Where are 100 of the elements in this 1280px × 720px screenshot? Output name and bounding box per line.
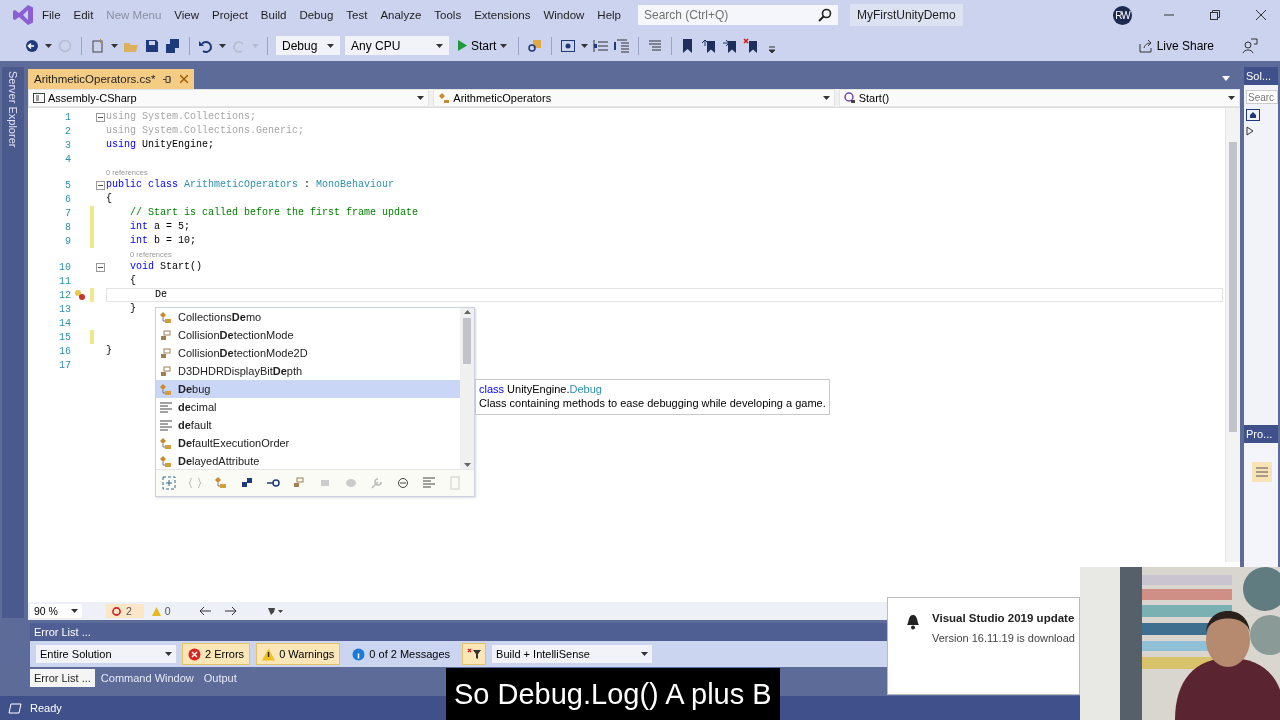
- structure-filter-icon[interactable]: [240, 476, 254, 490]
- class-icon: [159, 382, 173, 396]
- caret-icon: [252, 43, 259, 48]
- menu-item[interactable]: File: [42, 6, 61, 24]
- scroll-thumb[interactable]: [463, 318, 471, 364]
- forward-arrow-icon[interactable]: [224, 606, 237, 616]
- search-icon[interactable]: [818, 8, 832, 22]
- menu-item[interactable]: Analyze: [380, 6, 422, 24]
- menu-item[interactable]: View: [174, 6, 200, 24]
- menu-item[interactable]: Tools: [434, 6, 462, 24]
- start-button[interactable]: Start: [454, 36, 511, 55]
- completion-item[interactable]: CollisionDetectionMode2D: [156, 344, 460, 362]
- completion-item[interactable]: Debug: [156, 380, 460, 398]
- caret-icon: [641, 652, 649, 656]
- zoom-dropdown[interactable]: 90 %: [30, 604, 82, 618]
- menu-item[interactable]: Edit: [73, 6, 94, 24]
- warning-count[interactable]: 0: [151, 605, 171, 617]
- keyword-filter-icon[interactable]: [422, 476, 436, 490]
- menu-item[interactable]: Debug: [299, 6, 334, 24]
- enum-filter-icon[interactable]: [292, 476, 306, 490]
- caret-icon: [45, 43, 52, 48]
- scrollbar[interactable]: [1225, 108, 1240, 562]
- notification-title: Visual Studio 2019 update: [932, 612, 1075, 624]
- class-filter-icon[interactable]: [214, 476, 228, 490]
- enum-icon: [159, 328, 173, 342]
- menu-item[interactable]: Extensions: [474, 6, 531, 24]
- avatar[interactable]: RW: [1113, 5, 1132, 25]
- menu-item[interactable]: Build: [260, 6, 287, 24]
- scope-dropdown[interactable]: Entire Solution: [36, 645, 176, 663]
- completion-item[interactable]: D3DHDRDisplayBitDepth: [156, 362, 460, 380]
- browser-icon[interactable]: [560, 37, 577, 54]
- close-icon[interactable]: [1256, 10, 1266, 20]
- completion-item[interactable]: CollisionDetectionMode: [156, 326, 460, 344]
- collapse-icon[interactable]: [96, 262, 105, 272]
- search-field[interactable]: Searc: [1246, 90, 1278, 104]
- platform-dropdown[interactable]: Any CPU: [345, 36, 449, 55]
- source-dropdown[interactable]: Build + IntelliSense: [492, 645, 653, 663]
- tab-list-icon[interactable]: [1222, 76, 1230, 81]
- collapse-icon[interactable]: [96, 180, 105, 190]
- scroll-down-icon[interactable]: [463, 463, 471, 467]
- comment-icon[interactable]: [647, 37, 664, 54]
- error-count[interactable]: 2: [106, 604, 144, 618]
- code-line: }: [129, 302, 136, 316]
- line-number: 10: [58, 261, 72, 273]
- navigation-dropdown[interactable]: Start(): [838, 89, 1240, 107]
- next-bookmark-icon[interactable]: [722, 37, 739, 54]
- filter-toggle[interactable]: 0 of 2 Messages: [346, 643, 457, 665]
- caret-icon: [581, 43, 589, 48]
- search-field[interactable]: Search (Ctrl+Q): [638, 5, 838, 25]
- panel-tab[interactable]: Output: [199, 669, 241, 687]
- menu-item[interactable]: Project: [212, 6, 248, 24]
- completion-item[interactable]: DelayedAttribute: [156, 452, 460, 470]
- indent-icon[interactable]: [593, 37, 610, 54]
- collapse-icon[interactable]: [96, 112, 105, 122]
- scroll-up-icon[interactable]: [463, 310, 471, 314]
- caret-icon: [822, 96, 830, 100]
- outdent-icon[interactable]: [614, 37, 631, 54]
- panel-tab[interactable]: Command Window: [96, 669, 198, 687]
- previous-bookmark-icon[interactable]: [701, 37, 718, 54]
- save-icon[interactable]: [144, 37, 160, 54]
- line-number: 9: [64, 235, 72, 247]
- feedback-icon[interactable]: [1242, 37, 1258, 54]
- snippet-filter-icon[interactable]: [396, 476, 410, 490]
- panel-tab[interactable]: Pro...: [1244, 425, 1278, 443]
- error-icon: [188, 647, 201, 661]
- play-outline-icon[interactable]: [1246, 126, 1254, 136]
- line-number: 7: [64, 207, 72, 219]
- filter-toggle[interactable]: 2 Errors: [182, 643, 251, 665]
- menu-item[interactable]: Help: [597, 6, 621, 24]
- pin-icon[interactable]: [163, 74, 173, 84]
- clear-bookmarks-icon[interactable]: [743, 37, 760, 54]
- clear-filter-button[interactable]: [462, 643, 487, 665]
- expand-icon[interactable]: [162, 476, 176, 490]
- home-icon[interactable]: [1246, 109, 1260, 121]
- back-arrow-icon[interactable]: [198, 606, 211, 616]
- menu-item[interactable]: Test: [346, 6, 368, 24]
- filter-toggle[interactable]: 0 Warnings: [256, 643, 341, 665]
- save-all-icon[interactable]: [165, 37, 181, 54]
- completion-item[interactable]: default: [156, 416, 460, 434]
- panel-tab[interactable]: Error List ...: [30, 669, 95, 687]
- editor-tab[interactable]: ArithmeticOperators.cs*: [28, 69, 195, 89]
- restore-icon[interactable]: [1210, 10, 1220, 20]
- menu-item[interactable]: Window: [543, 6, 585, 24]
- navigation-dropdown[interactable]: ArithmeticOperators: [433, 89, 835, 107]
- code-line: int b = 10;: [129, 234, 197, 248]
- interface-filter-icon[interactable]: [266, 476, 280, 490]
- panel-tab[interactable]: Sol...: [1244, 67, 1278, 85]
- completion-item[interactable]: decimal: [156, 398, 460, 416]
- scrollbar[interactable]: [460, 308, 474, 469]
- status-window-icon: [8, 702, 22, 714]
- class-icon: [159, 454, 173, 468]
- completion-item[interactable]: CollectionsDemo: [156, 308, 460, 326]
- side-tab[interactable]: Server Explorer: [7, 71, 19, 148]
- find-icon[interactable]: [527, 37, 544, 54]
- completion-item[interactable]: DefaultExecutionOrder: [156, 434, 460, 452]
- back-icon[interactable]: [24, 37, 40, 54]
- quick-action-icon[interactable]: [74, 289, 86, 301]
- configuration-dropdown[interactable]: Debug: [276, 36, 340, 55]
- navigation-dropdown[interactable]: Assembly-CSharp: [28, 89, 430, 107]
- live-share-button[interactable]: Live Share: [1135, 36, 1217, 55]
